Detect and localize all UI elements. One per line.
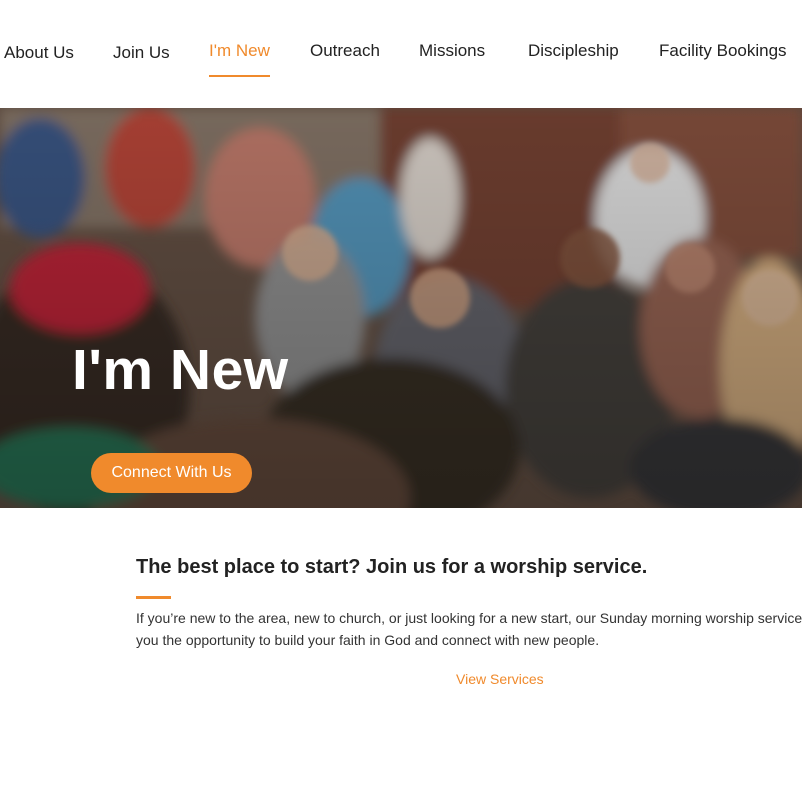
nav-item-outreach[interactable]: Outreach: [310, 41, 380, 61]
hero-banner: I'm New Connect With Us: [0, 108, 802, 508]
intro-heading: The best place to start? Join us for a w…: [136, 556, 648, 578]
connect-with-us-button[interactable]: Connect With Us: [91, 453, 252, 493]
intro-paragraph-line-2: you the opportunity to build your faith …: [136, 632, 600, 648]
active-nav-indicator: [209, 75, 270, 77]
view-services-link[interactable]: View Services: [456, 671, 544, 687]
hero-background-image: [0, 108, 802, 508]
intro-paragraph: If you’re new to the area, new to church…: [136, 607, 802, 651]
intro-paragraph-line-1: If you’re new to the area, new to church…: [136, 610, 802, 626]
nav-item-facility-bookings[interactable]: Facility Bookings: [659, 41, 787, 61]
nav-item-about-us[interactable]: About Us: [4, 43, 74, 63]
nav-item-missions[interactable]: Missions: [419, 41, 485, 61]
heading-accent-bar: [136, 596, 171, 599]
top-navigation: About Us Join Us I'm New Outreach Missio…: [0, 0, 802, 108]
nav-item-join-us[interactable]: Join Us: [113, 43, 170, 63]
hero-title: I'm New: [72, 338, 289, 402]
nav-item-discipleship[interactable]: Discipleship: [528, 41, 619, 61]
nav-item-im-new-label: I'm New: [209, 41, 270, 60]
nav-item-im-new[interactable]: I'm New: [209, 41, 270, 77]
